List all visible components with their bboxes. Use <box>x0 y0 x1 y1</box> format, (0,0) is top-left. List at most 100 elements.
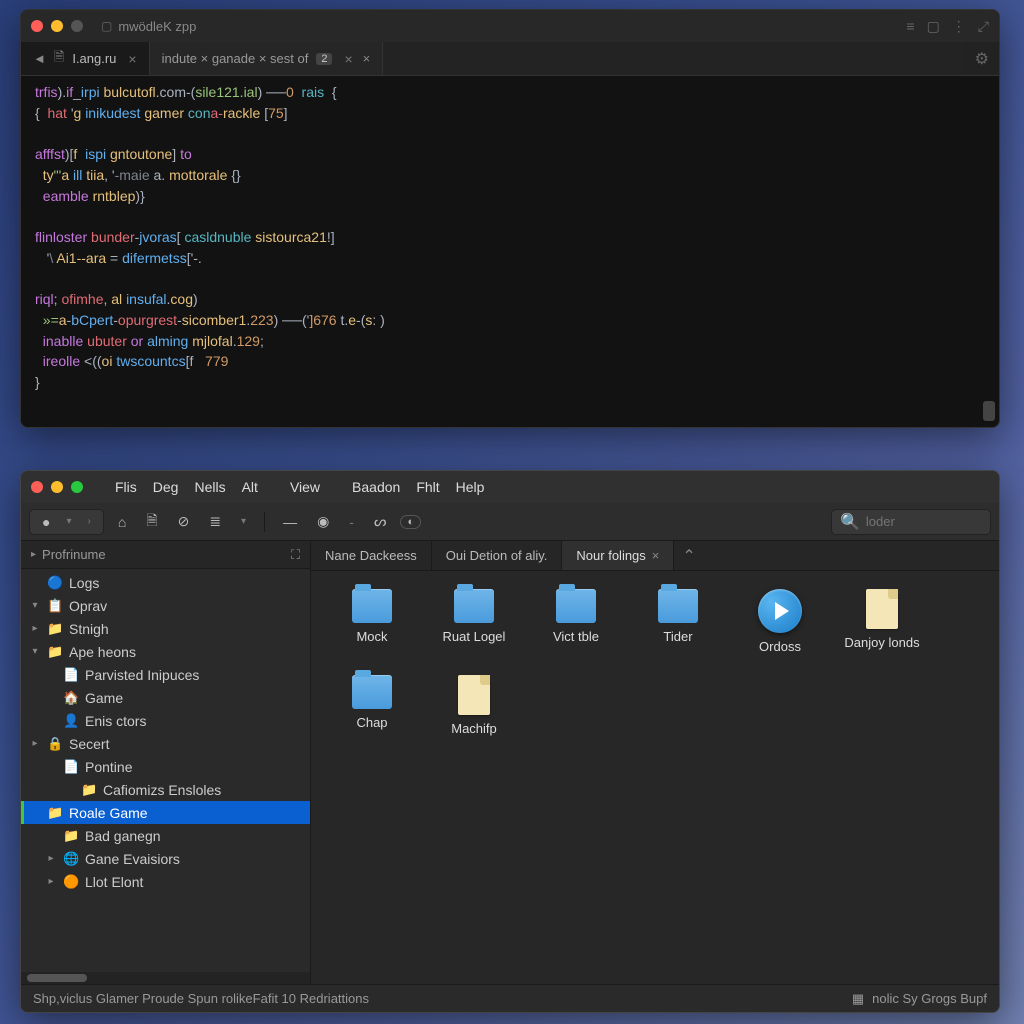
menu-flis[interactable]: Flis <box>109 477 143 497</box>
editor-tab-1[interactable]: ◄ 🗎 I.ang.ru × <box>21 42 150 75</box>
search-input[interactable] <box>866 514 976 529</box>
search-field[interactable]: 🔍 <box>831 509 991 535</box>
editor-tab-2[interactable]: indute × ganade × sest of 2 × × <box>150 42 384 75</box>
code-line[interactable] <box>35 268 985 289</box>
cancel-icon[interactable]: ⊘ <box>172 511 196 532</box>
sidebar-item-stnigh[interactable]: ▸📁Stnigh <box>21 617 310 640</box>
file-item-danjoy-londs[interactable]: Danjoy londs <box>841 589 923 655</box>
sidebar-chevron-icon[interactable]: ▸ <box>31 549 36 560</box>
code-line[interactable]: »=a-bCpert-opurgrest-sicomber1.223) ──('… <box>35 310 985 331</box>
menu-icon[interactable]: ≡ <box>906 18 914 35</box>
menu-fhlt[interactable]: Fhlt <box>410 477 445 497</box>
chevron-icon[interactable]: ▸ <box>29 738 41 749</box>
chevron-icon[interactable]: ▸ <box>45 853 57 864</box>
document-icon[interactable]: 🗎 <box>140 508 163 536</box>
sidebar-item-oprav[interactable]: ▾📋Oprav <box>21 594 310 617</box>
close-icon[interactable]: × <box>344 51 352 67</box>
home-icon[interactable]: ⌂ <box>112 512 132 532</box>
code-line[interactable] <box>35 206 985 227</box>
file-item-chap[interactable]: Chap <box>331 675 413 737</box>
fm-tab-oui-detion-of-aliy-[interactable]: Oui Detion of aliy. <box>432 541 563 570</box>
menu-nells[interactable]: Nells <box>188 477 231 497</box>
close-icon[interactable]: × <box>652 548 660 563</box>
code-line[interactable]: trfis).if_irpi bulcutofl.com-(sile121.ia… <box>35 82 985 103</box>
code-line[interactable]: ty"'a ill tiia, '-maie a. mottorale {} <box>35 165 985 186</box>
close-window-icon[interactable] <box>31 481 43 493</box>
fm-titlebar[interactable]: FlisDegNellsAlt View BaadonFhltHelp <box>21 471 999 503</box>
code-line[interactable]: '\ Ai1--ara = difermetss['-. <box>35 248 985 269</box>
more-icon[interactable]: ⋮ <box>952 18 966 35</box>
fm-tab-nane-dackeess[interactable]: Nane Dackeess <box>311 541 432 570</box>
minimize-window-icon[interactable] <box>51 20 63 32</box>
sidebar-item-roale-game[interactable]: 📁Roale Game <box>21 801 310 824</box>
expand-icon[interactable]: ⤢ <box>978 18 989 35</box>
fm-tab-nour-folings[interactable]: Nour folings× <box>562 541 674 570</box>
code-line[interactable]: riql; ofimhe, al insufal.cog) <box>35 289 985 310</box>
sidebar-item-logs[interactable]: 🔵Logs <box>21 571 310 594</box>
folder-icon <box>454 589 494 623</box>
chevron-icon[interactable]: ▾ <box>29 600 41 611</box>
maximize-window-icon[interactable] <box>71 20 83 32</box>
menu-help[interactable]: Help <box>450 477 491 497</box>
nav-menu-icon[interactable]: › <box>82 514 97 529</box>
sidebar-item-gane-evaisiors[interactable]: ▸🌐Gane Evaisiors <box>21 847 310 870</box>
back-icon[interactable]: ◄ <box>33 51 46 66</box>
menu-alt[interactable]: Alt <box>236 477 264 497</box>
maximize-window-icon[interactable] <box>71 481 83 493</box>
fm-content-grid[interactable]: Mock Ruat Logel Vict tble Tider Ordoss Danjoy… <box>311 571 999 984</box>
sidebar-expand-icon[interactable]: ⛶ <box>291 547 300 563</box>
minus-icon[interactable]: — <box>277 512 303 532</box>
close-all-icon[interactable]: × <box>363 51 371 66</box>
sidebar-hscroll[interactable] <box>21 972 310 984</box>
sidebar-item-cafiomizs-ensloles[interactable]: 📁Cafiomizs Ensloles <box>21 778 310 801</box>
record-icon[interactable]: ◉ <box>311 511 335 532</box>
code-line[interactable]: eamble rntblep)} <box>35 186 985 207</box>
link-icon[interactable]: ᔕ <box>368 511 392 532</box>
code-line[interactable] <box>35 123 985 144</box>
menu-view[interactable]: View <box>284 477 326 497</box>
code-line[interactable]: ireolle <((oi twscountcs[f 779 <box>35 351 985 372</box>
code-line[interactable]: { hat 'g inikudest gamer cona-rackle [75… <box>35 103 985 124</box>
split-icon[interactable]: ▢ <box>927 18 940 35</box>
nav-back-icon[interactable]: ● <box>36 512 56 532</box>
sidebar-item-secert[interactable]: ▸🔒Secert <box>21 732 310 755</box>
code-line[interactable]: afffst)[f ispi gntoutone] to <box>35 144 985 165</box>
file-item-vict-tble[interactable]: Vict tble <box>535 589 617 655</box>
vertical-scrollbar[interactable] <box>983 401 995 421</box>
item-label: Stnigh <box>69 621 109 637</box>
chevron-down-icon[interactable]: ▾ <box>235 514 252 529</box>
tab-caret-icon[interactable]: ⌃ <box>682 546 695 566</box>
status-icon[interactable]: ▦ <box>852 991 864 1007</box>
file-item-mock[interactable]: Mock <box>331 589 413 655</box>
sidebar-item-bad-ganegn[interactable]: 📁Bad ganegn <box>21 824 310 847</box>
file-item-ordoss[interactable]: Ordoss <box>739 589 821 655</box>
dash-icon[interactable]: - <box>343 512 360 532</box>
menu-deg[interactable]: Deg <box>147 477 185 497</box>
chevron-icon[interactable]: ▸ <box>45 876 57 887</box>
file-item-tider[interactable]: Tider <box>637 589 719 655</box>
editor-titlebar[interactable]: ▢ mwödleK zpp ≡ ▢ ⋮ ⤢ <box>21 10 999 42</box>
nav-forward-icon[interactable]: ▾ <box>60 514 77 529</box>
code-line[interactable]: flinloster bunder-jvoras[ casldnuble sis… <box>35 227 985 248</box>
sidebar-item-enis-ctors[interactable]: 👤Enis ctors <box>21 709 310 732</box>
toggle-icon[interactable]: ◐ <box>400 515 421 529</box>
sidebar-item-game[interactable]: 🏠Game <box>21 686 310 709</box>
scrollbar-thumb[interactable] <box>27 974 87 982</box>
chevron-icon[interactable]: ▾ <box>29 646 41 657</box>
minimize-window-icon[interactable] <box>51 481 63 493</box>
tab-settings-icon[interactable]: ⚙ <box>965 42 999 75</box>
sidebar-item-ape-heons[interactable]: ▾📁Ape heons <box>21 640 310 663</box>
sidebar-item-pontine[interactable]: 📄Pontine <box>21 755 310 778</box>
file-item-ruat-logel[interactable]: Ruat Logel <box>433 589 515 655</box>
code-line[interactable]: } <box>35 372 985 393</box>
chevron-icon[interactable]: ▸ <box>29 623 41 634</box>
sidebar-item-llot-elont[interactable]: ▸🟠Llot Elont <box>21 870 310 893</box>
file-item-machifp[interactable]: Machifp <box>433 675 515 737</box>
code-editor-body[interactable]: trfis).if_irpi bulcutofl.com-(sile121.ia… <box>21 76 999 427</box>
sidebar-item-parvisted-inipuces[interactable]: 📄Parvisted Inipuces <box>21 663 310 686</box>
code-line[interactable]: inablle ubuter or alming mjlofal.129; <box>35 331 985 352</box>
list-icon[interactable]: ≣ <box>203 511 227 532</box>
close-window-icon[interactable] <box>31 20 43 32</box>
close-icon[interactable]: × <box>128 51 136 67</box>
menu-baadon[interactable]: Baadon <box>346 477 406 497</box>
